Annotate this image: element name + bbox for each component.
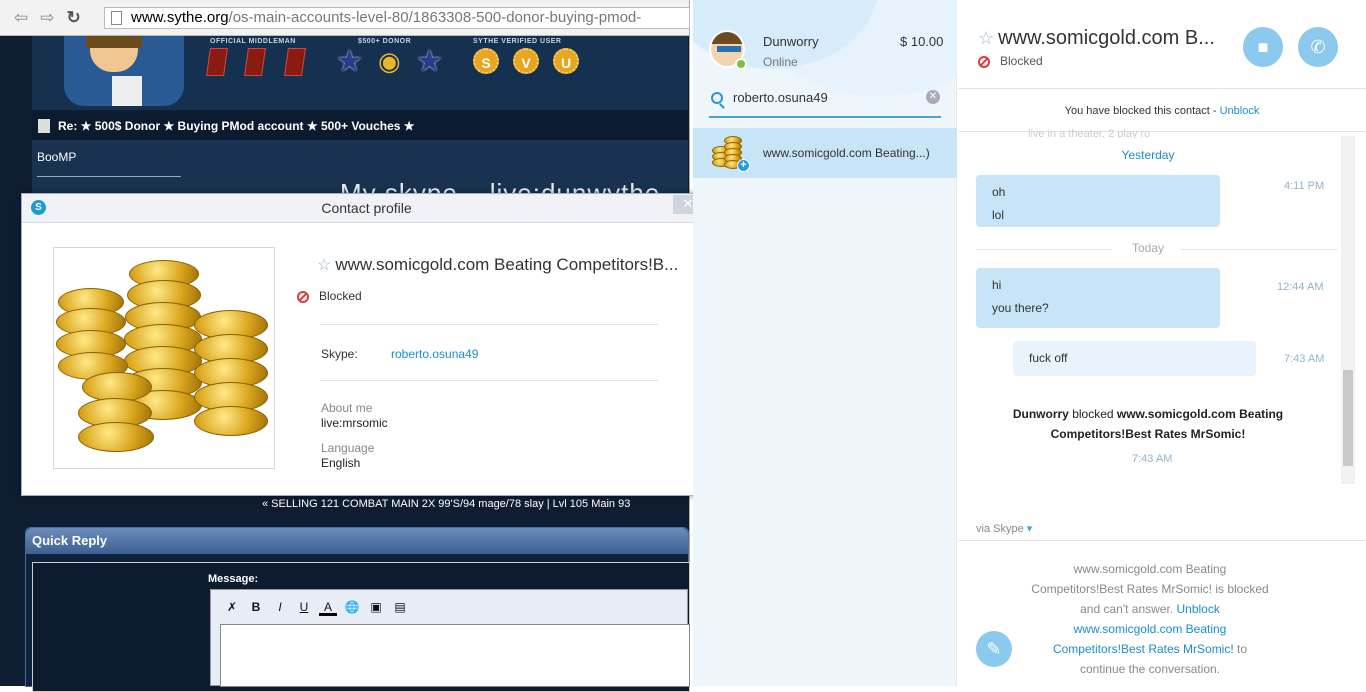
bold-button[interactable]: B xyxy=(247,598,265,616)
via-skype-selector[interactable]: via Skype ▾ xyxy=(976,522,1032,535)
forward-icon[interactable]: ⇨ xyxy=(40,8,54,27)
skype-logo-icon: S xyxy=(31,200,46,215)
contact-avatar-image xyxy=(53,247,275,469)
conversation-blocked-status: Blocked xyxy=(978,54,1043,68)
star-icon: ★ xyxy=(416,45,443,78)
system-message: Dunworry blocked www.somicgold.com Beati… xyxy=(1012,407,1284,441)
skype-window: Dunworry Online $ 10.00 roberto.osuna49 … xyxy=(693,0,1366,686)
post-username[interactable]: BooMP xyxy=(37,150,76,164)
message-label: Message: xyxy=(208,573,259,585)
divider xyxy=(320,324,658,325)
scrollbar-thumb[interactable] xyxy=(1343,370,1353,466)
language-label: Language xyxy=(321,441,375,455)
paperclip-icon[interactable]: ✎ xyxy=(976,631,1012,667)
message-time: 7:43 AM xyxy=(1284,353,1325,365)
skype-sidebar: Dunworry Online $ 10.00 roberto.osuna49 … xyxy=(693,0,957,686)
contact-name: ☆ www.somicgold.com Beating Competitors!B… xyxy=(317,255,679,274)
message-textarea[interactable] xyxy=(220,624,690,687)
online-status-icon xyxy=(735,58,747,70)
contact-profile-window: Contact profile S ✕ ☆ www.somicgold.com B… xyxy=(21,193,712,496)
gold-coins-icon: ◉ xyxy=(378,46,401,76)
search-result-item[interactable]: + www.somicgold.com Beating...) xyxy=(693,128,957,178)
verified-v-badge: V xyxy=(513,48,539,74)
font-color-button[interactable]: A xyxy=(319,598,337,616)
contact-profile-titlebar: Contact profile xyxy=(22,194,711,223)
skype-credit[interactable]: $ 10.00 xyxy=(900,34,943,49)
reload-icon[interactable]: ↻ xyxy=(67,8,81,27)
post-big-text: My skype – live:dunwythe xyxy=(340,178,661,194)
blocked-icon xyxy=(297,290,309,303)
post-title: Re: ★ 500$ Donor ★ Buying PMod account ★… xyxy=(58,119,415,133)
skype-id-link[interactable]: roberto.osuna49 xyxy=(391,347,478,361)
url-path: /os-main-accounts-level-80/1863308-500-d… xyxy=(228,9,642,26)
message-time: 12:44 AM xyxy=(1277,281,1324,293)
incoming-message[interactable]: hi you there? xyxy=(976,268,1220,328)
incoming-message[interactable]: oh lol xyxy=(976,175,1220,227)
contact-search[interactable]: roberto.osuna49 ✕ xyxy=(709,84,941,118)
document-icon xyxy=(38,119,50,133)
skype-label: Skype: xyxy=(321,347,358,361)
faded-message: live in a theater, 2 play ro xyxy=(1028,128,1151,138)
chevron-down-icon: ▾ xyxy=(1026,523,1033,535)
editor-toolbar: ✗ B I U A 🌐 ▣ ▤ xyxy=(211,590,687,624)
message-time: 4:11 PM xyxy=(1284,180,1325,192)
verified-u-badge: U xyxy=(553,48,579,74)
post-title-bar: Re: ★ 500$ Donor ★ Buying PMod account ★… xyxy=(32,112,688,140)
signature-link[interactable]: « SELLING 121 COMBAT MAIN 2X 99'S/94 mag… xyxy=(262,498,688,510)
donor-badge-label: $500+ DONOR xyxy=(358,38,412,45)
avatar-shirt xyxy=(112,76,142,106)
star-icon: ★ xyxy=(336,45,363,78)
blocked-icon xyxy=(978,55,990,68)
system-message-time: 7:43 AM xyxy=(1132,453,1173,465)
quick-reply-header[interactable]: Quick Reply xyxy=(26,528,688,554)
divider xyxy=(37,176,181,177)
address-bar[interactable]: www.sythe.org/os-main-accounts-level-80/… xyxy=(104,7,690,29)
my-status[interactable]: Online xyxy=(763,55,798,69)
verified-s-badge: S xyxy=(473,48,499,74)
italic-button[interactable]: I xyxy=(271,598,289,616)
conversation-pane: ☆ www.somicgold.com B... Blocked ■ ✆ You … xyxy=(958,0,1366,686)
blocked-footer-text: www.somicgold.com Beating Competitors!Be… xyxy=(1031,562,1269,676)
avatar-hair xyxy=(86,36,142,48)
search-icon xyxy=(711,92,723,104)
language-value: English xyxy=(321,456,361,470)
day-separator: Yesterday xyxy=(1121,148,1175,162)
message-editor: ✗ B I U A 🌐 ▣ ▤ xyxy=(210,589,690,687)
clear-search-icon[interactable]: ✕ xyxy=(926,90,940,104)
video-camera-icon: ■ xyxy=(1257,37,1269,57)
conversation-title: ☆ www.somicgold.com B... xyxy=(978,27,1215,49)
call-button[interactable]: ✆ xyxy=(1298,27,1338,67)
search-input[interactable]: roberto.osuna49 xyxy=(733,90,828,105)
compose-area: www.somicgold.com Beating Competitors!Be… xyxy=(958,540,1366,686)
url-host: www.sythe.org xyxy=(131,9,229,26)
underline-button[interactable]: U xyxy=(295,598,313,616)
phone-icon: ✆ xyxy=(1310,37,1326,57)
unblock-link[interactable]: Unblock xyxy=(1220,105,1260,117)
favorite-star-icon[interactable]: ☆ xyxy=(978,28,994,48)
video-call-button[interactable]: ■ xyxy=(1243,27,1283,67)
image-icon[interactable]: ▣ xyxy=(367,598,385,616)
middleman-badge-label: OFFICIAL MIDDLEMAN xyxy=(210,38,296,45)
day-separator: Today xyxy=(958,241,1338,255)
page-icon xyxy=(111,11,122,25)
outgoing-message[interactable]: fuck off xyxy=(1013,341,1256,376)
divider xyxy=(320,380,658,381)
about-me-label: About me xyxy=(321,401,373,415)
my-name[interactable]: Dunworry xyxy=(763,34,819,49)
blocked-notice-bar: You have blocked this contact - Unblock xyxy=(958,88,1366,132)
about-me-value: live:mrsomic xyxy=(321,416,388,430)
back-icon[interactable]: ⇦ xyxy=(14,8,28,27)
contact-blocked-status: Blocked xyxy=(297,289,362,303)
result-contact-name: www.somicgold.com Beating...) xyxy=(763,146,930,160)
remove-format-icon[interactable]: ✗ xyxy=(223,598,241,616)
add-contact-icon[interactable]: + xyxy=(737,159,750,172)
verified-badge-label: SYTHE VERIFIED USER xyxy=(473,38,562,45)
link-icon[interactable]: 🌐 xyxy=(343,598,361,616)
favorite-star-icon[interactable]: ☆ xyxy=(317,257,331,274)
quote-icon[interactable]: ▤ xyxy=(391,598,409,616)
